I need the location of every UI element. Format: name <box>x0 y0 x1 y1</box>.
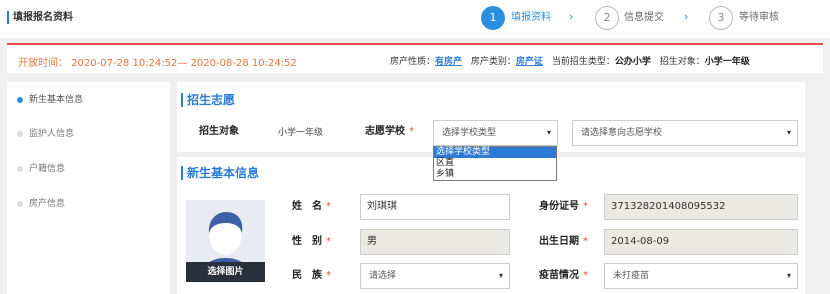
school-type-select-value: 选择学校类型 <box>442 128 497 138</box>
ethnicity-select[interactable]: 请选择 ▾ <box>360 263 510 289</box>
sidebar: 新生基本信息 监护人信息 户籍信息 房产信息 <box>7 82 170 294</box>
chevron-down-icon: ▾ <box>786 271 791 280</box>
sidebar-item-label: 监护人信息 <box>29 129 75 139</box>
avatar-upload[interactable]: 选择图片 <box>186 200 265 282</box>
choose-image-button[interactable]: 选择图片 <box>186 262 265 282</box>
name-label-text: 姓 名 <box>292 201 322 212</box>
id-label: 身份证号 * <box>539 200 588 214</box>
step-1-label: 填报资料 <box>511 12 551 23</box>
step-3-label: 等待审核 <box>739 12 779 23</box>
property-type-link[interactable]: 房产证 <box>516 57 543 67</box>
enroll-type-label: 当前招生类型： <box>551 57 615 67</box>
birth-label-text: 出生日期 <box>539 236 579 247</box>
target-label: 招生对象 <box>199 126 239 137</box>
required-mark: * <box>326 236 331 247</box>
ethnicity-label: 民 族 * <box>292 269 331 283</box>
active-dot-icon <box>17 97 23 103</box>
property-nature-label: 房产性质： <box>390 57 436 67</box>
dot-icon <box>17 201 23 207</box>
ethnicity-select-value: 请选择 <box>369 271 397 281</box>
sidebar-item-label: 新生基本信息 <box>29 95 84 105</box>
vaccine-select[interactable]: 未打疫苗 ▾ <box>604 263 798 289</box>
vaccine-select-value: 未打疫苗 <box>613 271 650 281</box>
name-label: 姓 名 * <box>292 200 331 214</box>
step-3-circle: 3 <box>709 6 733 30</box>
id-number-field: 371328201408095532 <box>604 194 798 220</box>
required-mark: * <box>583 201 588 212</box>
school-select[interactable]: 请选择意向志愿学校 ▾ <box>572 120 798 146</box>
school-label: 志愿学校 * <box>365 125 414 139</box>
step-2-label: 信息提交 <box>624 12 664 23</box>
enroll-type-value: 公办小学 <box>614 57 651 67</box>
dropdown-option[interactable]: 区直 <box>434 158 556 169</box>
page-title: 填报报名资料 <box>7 11 73 24</box>
target-value: 小学一年级 <box>278 128 324 138</box>
birth-label: 出生日期 * <box>539 235 588 249</box>
info-bar: 开放时间： 2020-07-28 10:24:52— 2020-08-28 10… <box>7 43 823 73</box>
required-mark: * <box>409 126 414 137</box>
school-label-text: 志愿学校 <box>365 126 405 137</box>
vaccine-label: 疫苗情况 * <box>539 269 588 283</box>
required-mark: * <box>326 201 331 212</box>
property-type-label: 房产类别： <box>470 57 516 67</box>
preference-section-title: 招生志愿 <box>181 93 235 107</box>
step-arrow-icon: › <box>569 10 574 23</box>
property-nature-link[interactable]: 有房产 <box>435 57 462 67</box>
step-1-circle: 1 <box>481 6 505 30</box>
dropdown-option[interactable]: 选择学校类型 <box>434 147 556 158</box>
basic-section-title: 新生基本信息 <box>181 166 259 180</box>
name-input[interactable]: 刘琪琪 <box>360 194 510 220</box>
chevron-down-icon: ▾ <box>546 128 551 137</box>
chevron-down-icon: ▾ <box>498 271 503 280</box>
enroll-target-label: 招生对象： <box>659 57 705 67</box>
required-mark: * <box>583 270 588 281</box>
enroll-meta: 房产性质：有房产 房产类别：房产证 当前招生类型：公办小学 招生对象：小学一年级 <box>390 54 750 67</box>
school-type-dropdown: 选择学校类型 区直 乡镇 <box>433 146 557 181</box>
gender-label-text: 性 别 <box>292 236 322 247</box>
dropdown-option[interactable]: 乡镇 <box>434 169 556 180</box>
birth-date-field: 2014-08-09 <box>604 229 798 255</box>
step-2-circle: 2 <box>595 6 619 30</box>
sidebar-item-label: 户籍信息 <box>29 164 66 174</box>
gender-field: 男 <box>360 229 510 255</box>
sidebar-item-label: 房产信息 <box>29 199 66 209</box>
required-mark: * <box>583 236 588 247</box>
enroll-target-value: 小学一年级 <box>704 57 750 67</box>
id-label-text: 身份证号 <box>539 201 579 212</box>
vaccine-label-text: 疫苗情况 <box>539 270 579 281</box>
school-select-placeholder: 请选择意向志愿学校 <box>581 128 663 138</box>
open-time: 开放时间： 2020-07-28 10:24:52— 2020-08-28 10… <box>18 58 297 69</box>
dot-icon <box>17 166 23 172</box>
school-type-select[interactable]: 选择学校类型 ▾ <box>433 120 558 146</box>
required-mark: * <box>326 270 331 281</box>
top-bar: 填报报名资料 1 填报资料 › 2 信息提交 › 3 等待审核 <box>0 0 830 38</box>
chevron-down-icon: ▾ <box>786 128 791 137</box>
dot-icon <box>17 131 23 137</box>
ethnicity-label-text: 民 族 <box>292 270 322 281</box>
step-arrow-icon: › <box>684 10 689 23</box>
gender-label: 性 别 * <box>292 235 331 249</box>
